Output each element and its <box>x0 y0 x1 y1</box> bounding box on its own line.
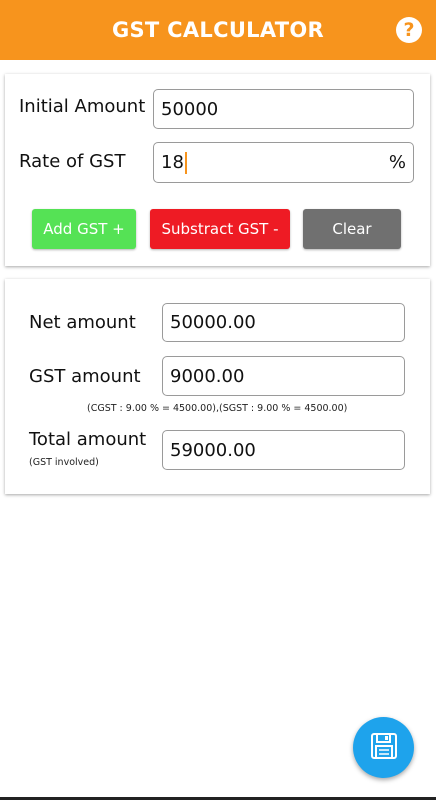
gst-amount-field[interactable]: 9000.00 <box>162 356 405 396</box>
app-title: GST CALCULATOR <box>111 18 325 42</box>
gst-breakdown: (CGST : 9.00 % = 4500.00),(SGST : 9.00 %… <box>87 403 348 414</box>
initial-amount-value: 50000 <box>161 98 219 120</box>
app-bar: GST CALCULATOR ? <box>0 0 436 60</box>
clear-button[interactable]: Clear <box>303 209 401 249</box>
total-amount-value: 59000.00 <box>170 439 256 461</box>
net-amount-label: Net amount <box>29 312 136 333</box>
result-card: Net amount 50000.00 GST amount 9000.00 (… <box>5 279 430 494</box>
gst-amount-value: 9000.00 <box>170 365 245 387</box>
total-amount-label: Total amount <box>29 429 147 450</box>
help-icon[interactable]: ? <box>396 17 422 43</box>
rate-of-gst-value: 18 <box>161 152 184 173</box>
net-amount-value: 50000.00 <box>170 312 256 333</box>
initial-amount-input[interactable]: 50000 <box>153 89 414 129</box>
rate-of-gst-label: Rate of GST <box>19 151 126 172</box>
total-amount-field[interactable]: 59000.00 <box>162 430 405 470</box>
percent-unit: % <box>388 152 406 173</box>
add-gst-button[interactable]: Add GST + <box>32 209 136 249</box>
net-amount-field[interactable]: 50000.00 <box>162 303 405 342</box>
text-cursor <box>184 151 187 174</box>
initial-amount-label: Initial Amount <box>19 96 146 117</box>
total-amount-sublabel: (GST involved) <box>29 457 99 468</box>
rate-of-gst-input[interactable]: 18 % <box>153 142 414 183</box>
save-button[interactable] <box>353 717 414 778</box>
save-floppy-icon <box>369 731 399 765</box>
gst-amount-label: GST amount <box>29 366 141 387</box>
input-card: Initial Amount 50000 Rate of GST 18 % Ad… <box>5 74 430 266</box>
subtract-gst-button[interactable]: Substract GST - <box>150 209 290 249</box>
